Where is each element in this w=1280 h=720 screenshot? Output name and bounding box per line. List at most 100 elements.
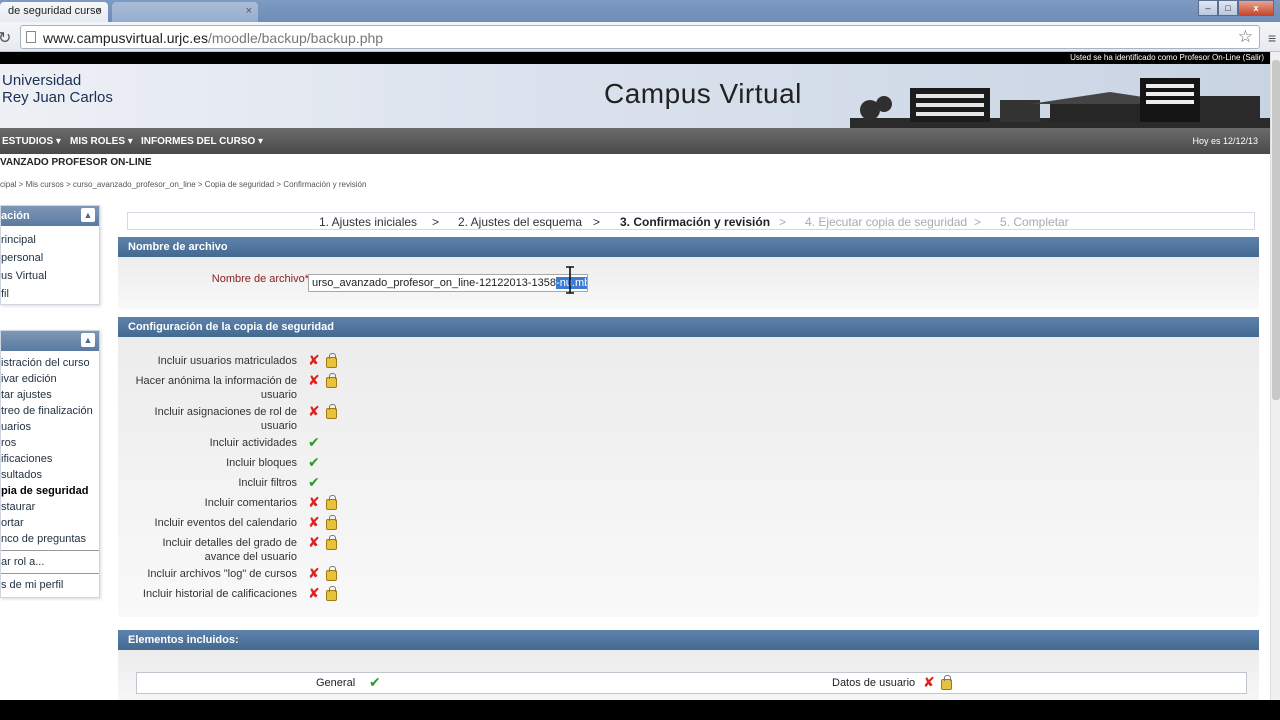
bookmark-star-icon[interactable]: ☆ [1238,27,1253,47]
url-input[interactable]: www.campusvirtual.urjc.es/moodle/backup/… [20,25,1260,49]
sidebar-item[interactable]: personal [1,250,99,266]
campus-buildings-image [850,78,1270,128]
sidebar-item[interactable]: us Virtual [1,268,99,284]
university-line1: Universidad [2,72,82,89]
lock-icon [326,586,337,601]
step-1[interactable]: 1. Ajustes iniciales [319,215,417,229]
cross-icon: ✘ [308,372,320,388]
filename-label: Nombre de archivo* [212,273,309,285]
main-navbar: ESTUDIOS ▾ MIS ROLES ▾ INFORMES DEL CURS… [0,128,1270,154]
step-separator: > [779,215,787,229]
backup-settings-section: Configuración de la copia de seguridad I… [118,317,1259,617]
sidebar-item-switch-role[interactable]: ar rol a... [1,554,99,570]
included-items-section: Elementos incluidos: General ✔ Datos de … [118,630,1259,700]
section-body: General ✔ Datos de usuario ✘ [118,650,1259,700]
option-label: Incluir bloques [226,457,297,469]
sidebar-item[interactable]: staurar [1,499,99,515]
sidebar-item[interactable]: fil [1,286,99,302]
sidebar-item[interactable]: tar ajustes [1,387,99,403]
check-icon: ✔ [308,434,320,450]
lock-icon [941,675,952,690]
nav-mis-roles[interactable]: MIS ROLES ▾ [70,136,133,147]
window-buttons: – □ x [1198,0,1274,18]
cross-icon: ✘ [308,585,320,601]
check-icon: ✔ [308,454,320,470]
sidebar-item[interactable]: ros [1,435,99,451]
sidebar-item[interactable]: nco de preguntas [1,531,99,547]
sidebar-item[interactable]: ificaciones [1,451,99,467]
administration-block: ▲ istración del curso ivar edición tar aju… [0,330,100,598]
option-label: Incluir eventos del calendario [154,517,297,529]
option-label: Incluir usuarios matriculados [157,355,297,367]
divider [1,550,99,551]
url-host: www.campusvirtual.urjc.es [43,30,208,46]
browser-menu-icon[interactable]: ≡ [1268,30,1278,46]
included-general-label: General [316,677,356,689]
block-header[interactable]: ación ▲ [1,206,99,226]
minimize-button[interactable]: – [1198,0,1218,16]
option-label: Incluir detalles del grado de avance del… [162,537,297,563]
sidebar-item[interactable]: istración del curso [1,355,99,371]
sidebar-item-profile-settings[interactable]: s de mi perfil [1,577,99,593]
user-info[interactable]: Usted se ha identificado como Profesor O… [1070,53,1264,62]
step-2[interactable]: 2. Ajustes del esquema [458,215,582,229]
step-separator: > [593,215,601,229]
section-body: Incluir usuarios matriculados ✘ Hacer anón… [118,337,1259,617]
lock-icon [326,535,337,550]
sidebar-item[interactable]: uarios [1,419,99,435]
section-header: Configuración de la copia de seguridad [118,317,1259,337]
divider [1,573,99,574]
reload-icon[interactable]: ↻ [0,28,11,48]
university-line2: Rey Juan Carlos [2,89,113,106]
filename-label-text: Nombre de archivo [211,273,305,285]
collapse-icon[interactable]: ▲ [81,208,95,222]
filename-value: urso_avanzado_profesor_on_line-12122013-… [312,277,557,289]
collapse-icon[interactable]: ▲ [81,333,95,347]
page-scrollbar[interactable] [1270,52,1280,700]
web-page: Usted se ha identificado como Profesor O… [0,52,1270,700]
step-5: 5. Completar [1000,215,1069,229]
close-tab-icon[interactable]: × [246,5,252,17]
sidebar-item[interactable]: ivar edición [1,371,99,387]
sidebar-item[interactable]: rincipal [1,232,99,248]
filename-section: Nombre de archivo Nombre de archivo* urs… [118,237,1259,309]
user-info-bar: Usted se ha identificado como Profesor O… [0,52,1270,64]
close-window-button[interactable]: x [1238,0,1274,16]
cross-icon: ✘ [308,494,320,510]
browser-tab-inactive[interactable]: × [112,2,258,22]
lock-icon [326,353,337,368]
sidebar-item[interactable]: ortar [1,515,99,531]
sidebar-item[interactable]: sultados [1,467,99,483]
close-tab-icon[interactable]: × [96,5,102,17]
block-header[interactable]: ▲ [1,331,99,351]
sidebar-item[interactable]: treo de finalización [1,403,99,419]
cross-icon: ✘ [308,514,320,530]
lock-icon [326,495,337,510]
option-label: Incluir historial de calificaciones [142,588,297,600]
browser-tab-active[interactable]: de seguridad curso × [0,2,108,22]
check-icon: ✔ [369,674,381,690]
cross-icon: ✘ [308,403,320,419]
lock-icon [326,373,337,388]
backup-steps: 1. Ajustes iniciales >2. Ajustes del esqu… [127,212,1255,230]
included-general-row: General ✔ Datos de usuario ✘ [136,672,1247,694]
breadcrumb[interactable]: cipal > Mis cursos > curso_avanzado_prof… [0,180,366,189]
current-date: Hoy es 12/12/13 [1192,136,1258,146]
option-label: Incluir filtros [238,477,297,489]
lock-icon [326,515,337,530]
cross-icon: ✘ [923,674,935,690]
sidebar-item[interactable]: pia de seguridad [1,483,99,499]
university-logo[interactable]: Universidad Rey Juan Carlos [2,72,113,106]
text-cursor-icon [566,266,574,294]
option-label: Incluir actividades [209,437,297,449]
filename-input[interactable]: urso_avanzado_profesor_on_line-12122013-… [308,274,588,292]
option-label: Incluir archivos "log" de cursos [147,568,297,580]
section-header: Elementos incluidos: [118,630,1259,650]
option-label: Incluir asignaciones de rol de usuario [154,406,297,432]
nav-estudios[interactable]: ESTUDIOS ▾ [2,136,61,147]
maximize-button[interactable]: □ [1218,0,1238,16]
option-label: Incluir comentarios [204,497,297,509]
scrollbar-thumb[interactable] [1272,60,1280,400]
option-label: Hacer anónima la información de usuario [135,375,297,401]
nav-informes-curso[interactable]: INFORMES DEL CURSO ▾ [141,136,263,147]
